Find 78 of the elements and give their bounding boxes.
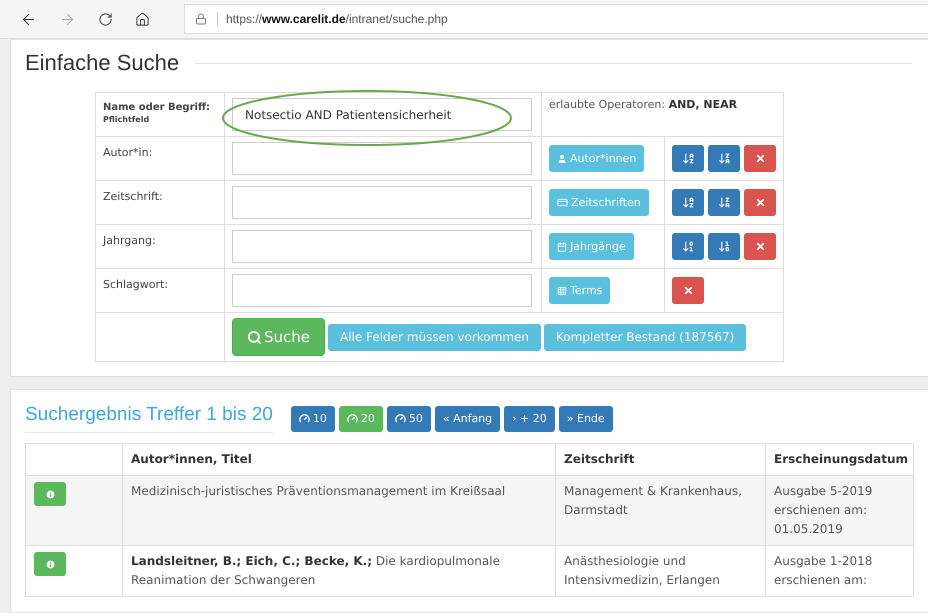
results-title: Suchergebnis Treffer 1 bis 20: [25, 404, 273, 433]
search-field[interactable]: Notsectio AND Patientensicherheit: [232, 98, 532, 131]
sort-ascending-button[interactable]: [672, 189, 704, 216]
date-text: Ausgabe 1-2018: [774, 553, 872, 570]
address-bar[interactable]: https://www.carelit.de/intranet/suche.php: [184, 4, 928, 34]
calendar-icon: [557, 242, 567, 252]
info-icon: [44, 488, 56, 500]
pager-button[interactable]: › + 20: [504, 406, 555, 432]
operators-note: erlaubte Operatoren: AND, NEAR: [549, 98, 738, 111]
sort-za-icon: [718, 196, 730, 209]
sort-za-icon: [718, 152, 730, 165]
close-icon: [754, 197, 766, 208]
clear-button[interactable]: [744, 189, 776, 216]
close-icon: [754, 241, 766, 252]
date-text: erschienen am:: [774, 502, 867, 519]
date-text: 01.05.2019: [774, 521, 843, 538]
grid-icon: [557, 286, 567, 296]
article-title: Medizinisch-juristisches Präventionsmanagement im Kreißsaal: [131, 483, 506, 500]
field-label: Autor*in:: [103, 146, 154, 159]
clear-button[interactable]: [744, 233, 776, 260]
search-field[interactable]: [232, 274, 532, 307]
journal-text: Management & Krankenhaus,: [564, 483, 742, 500]
sort-az-icon: [682, 196, 694, 209]
pager-button[interactable]: « Anfang: [434, 406, 500, 432]
search-icon: [247, 330, 262, 344]
reload-button[interactable]: [98, 12, 113, 26]
clear-button[interactable]: [672, 277, 704, 304]
search-field[interactable]: [232, 142, 532, 175]
journal-text: Darmstadt: [564, 502, 628, 519]
user-icon: [557, 154, 567, 164]
page-title: Einfache Suche: [25, 50, 180, 76]
article-title: Landsleitner, B.; Eich, C.; Becke, K.; Die kardiopulmonale Reanimation der Schwangeren: [131, 553, 501, 589]
gauge-icon: [346, 413, 358, 424]
field-label: Name oder Begriff:: [103, 102, 212, 113]
lookup-button[interactable]: Zeitschriften: [549, 189, 649, 216]
sort-numeric-icon: [682, 240, 694, 253]
pager-button[interactable]: 50: [386, 406, 431, 432]
pager-button[interactable]: 20: [338, 406, 383, 432]
lock-icon: [195, 13, 207, 25]
info-button[interactable]: [34, 552, 66, 576]
required-hint: Pflichtfeld: [103, 115, 150, 124]
sort-descending-button[interactable]: [708, 145, 740, 172]
column-header: Autor*innen, Titel: [131, 451, 252, 468]
date-text: Ausgabe 5-2019: [774, 483, 872, 500]
journal-text: Anästhesiologie und: [564, 553, 686, 570]
search-button[interactable]: Suche: [232, 318, 326, 356]
option-button[interactable]: Alle Felder müssen vorkommen: [328, 324, 542, 350]
home-button[interactable]: [135, 12, 150, 26]
sort-numeric-icon: [718, 240, 730, 253]
search-field[interactable]: [232, 186, 532, 219]
date-text: erschienen am:: [774, 572, 867, 589]
option-button[interactable]: Kompletter Bestand (187567): [544, 324, 746, 350]
field-label: Schlagwort:: [103, 278, 170, 291]
sort-az-icon: [682, 152, 694, 165]
sort-descending-button[interactable]: [708, 189, 740, 216]
sort-descending-button[interactable]: [708, 233, 740, 260]
lookup-button[interactable]: Jahrgänge: [549, 233, 634, 260]
close-icon: [682, 285, 694, 296]
lookup-button[interactable]: Autor*innen: [549, 145, 644, 172]
clear-button[interactable]: [744, 145, 776, 172]
close-icon: [754, 153, 766, 164]
field-label: Jahrgang:: [103, 234, 157, 247]
field-label: Zeitschrift:: [103, 190, 164, 203]
card-icon: [557, 197, 568, 208]
column-header: Zeitschrift: [564, 451, 634, 468]
sort-ascending-button[interactable]: [672, 233, 704, 260]
info-icon: [44, 558, 56, 570]
url-text: https://www.carelit.de/intranet/suche.php: [217, 12, 448, 26]
pager-button[interactable]: 10: [290, 406, 335, 432]
search-field[interactable]: [232, 230, 532, 263]
column-header: Erscheinungsdatum: [774, 451, 908, 468]
sort-ascending-button[interactable]: [672, 145, 704, 172]
gauge-icon: [394, 413, 406, 424]
pager-button[interactable]: » Ende: [558, 406, 613, 432]
journal-text: Intensivmedizin, Erlangen: [564, 572, 720, 589]
gauge-icon: [298, 413, 310, 424]
info-button[interactable]: [34, 482, 66, 506]
lookup-button[interactable]: Terms: [549, 277, 610, 304]
